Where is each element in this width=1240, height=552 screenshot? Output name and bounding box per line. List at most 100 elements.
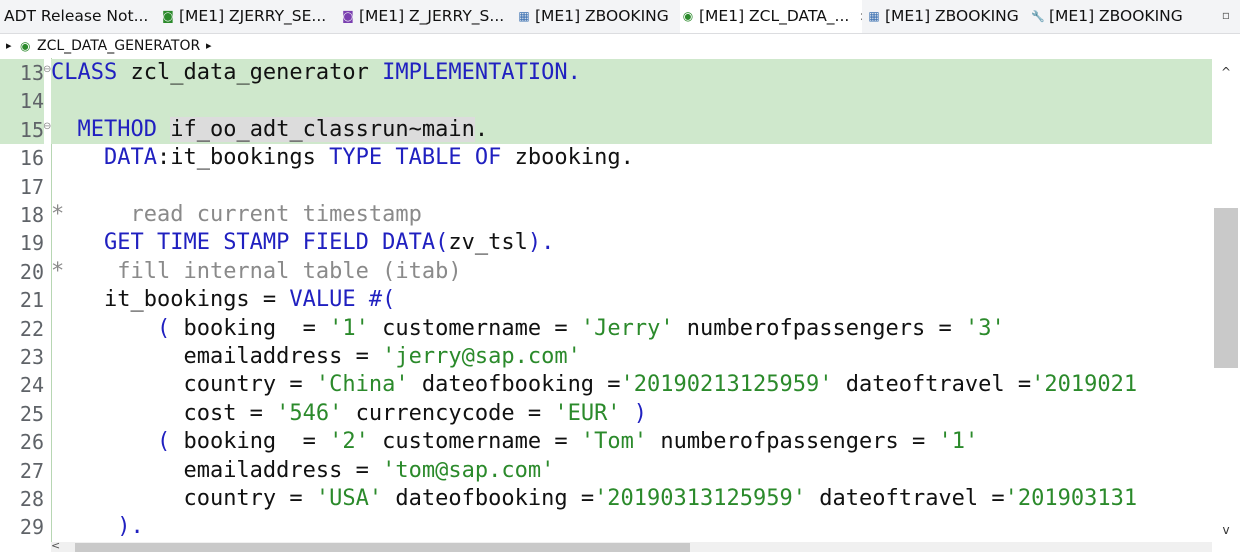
line-number: 15: [0, 115, 44, 145]
vertical-scroll-thumb[interactable]: [1214, 208, 1238, 368]
code-token: emailaddress =: [183, 457, 383, 483]
code-comment: fill internal table (itab): [64, 258, 462, 284]
code-line[interactable]: METHOD if_oo_adt_classrun~main.: [51, 115, 1212, 145]
horizontal-scrollbar[interactable]: <: [51, 539, 1212, 552]
code-line[interactable]: [51, 173, 1212, 201]
code-line[interactable]: it_bookings = VALUE #(: [51, 286, 1212, 314]
comment-marker: *: [51, 258, 65, 284]
expand-arrow-icon[interactable]: ▸: [206, 34, 212, 58]
code-token: dateoftravel =: [832, 372, 1032, 398]
code-keyword: TYPE TABLE OF: [329, 145, 502, 171]
code-string: 'EUR': [554, 400, 621, 426]
close-icon[interactable]: ✕: [859, 1, 862, 33]
scroll-up-icon[interactable]: ^: [1212, 62, 1240, 82]
code-token: it_bookings =: [103, 287, 290, 313]
program-icon: ◙: [342, 9, 354, 23]
code-line[interactable]: ).: [51, 513, 1212, 541]
code-area[interactable]: CLASS zcl_data_generator IMPLEMENTATION.…: [51, 58, 1212, 542]
code-token: customername =: [368, 429, 581, 455]
tab-label: ADT Release Not...: [4, 7, 149, 25]
tab-adt-release-notes[interactable]: ADT Release Not...: [4, 0, 154, 33]
code-token: emailaddress =: [183, 344, 383, 369]
code-string: '2': [329, 429, 369, 455]
table-icon: ▦: [868, 9, 880, 23]
code-string: 'jerry@sap.com': [382, 344, 581, 369]
tab-zbooking-cds[interactable]: ▦ [ME1] ZBOOKING: [866, 0, 1026, 33]
code-token: :: [156, 145, 171, 171]
line-number: 25: [19, 401, 44, 426]
line-number: 22: [19, 316, 44, 341]
code-token: (: [435, 230, 449, 256]
tab-zbooking-table[interactable]: ▦ [ME1] ZBOOKING: [516, 0, 676, 33]
tab-label: [ME1] Z_JERRY_S...: [359, 7, 505, 25]
line-number: 23: [19, 345, 44, 369]
code-line[interactable]: [51, 87, 1212, 116]
scroll-down-icon[interactable]: v: [1212, 520, 1240, 540]
code-line[interactable]: * read current timestamp: [51, 201, 1212, 229]
line-number: 13: [0, 59, 44, 88]
minimize-icon[interactable]: ▫: [1222, 0, 1230, 33]
code-comment: read current timestamp: [64, 202, 422, 227]
tab-zcl-data-generator[interactable]: ◉ [ME1] ZCL_DATA_... ✕: [680, 0, 862, 33]
class-icon: ◉: [682, 9, 694, 23]
code-line[interactable]: emailaddress = 'jerry@sap.com': [51, 343, 1212, 371]
code-keyword: IMPLEMENTATION: [382, 60, 568, 85]
line-number: 21: [19, 288, 44, 313]
tab-label: [ME1] ZBOOKING: [885, 7, 1019, 25]
code-editor[interactable]: 13 ⊖ 14 15 ⊖ 16 17 18 19 20 21 22 23 24 25 26 27 28 29 CLA…: [0, 58, 1212, 542]
code-line[interactable]: CLASS zcl_data_generator IMPLEMENTATION.: [51, 59, 1212, 88]
code-line[interactable]: GET TIME STAMP FIELD DATA(zv_tsl).: [51, 229, 1212, 257]
tab-label: [ME1] ZBOOKING: [535, 7, 669, 25]
code-token: if_oo_adt_classrun~main: [170, 116, 475, 142]
code-string: 'tom@sap.com': [382, 457, 555, 483]
code-token: (: [156, 315, 171, 341]
code-string: '1': [938, 429, 979, 455]
horizontal-scroll-thumb[interactable]: [75, 543, 690, 552]
code-token: zv_tsl: [448, 230, 528, 256]
code-keyword: .: [567, 60, 581, 85]
comment-marker: *: [51, 202, 65, 227]
code-string: 'China': [315, 372, 409, 398]
code-line[interactable]: ( booking = '2' customername = 'Tom' num…: [51, 428, 1212, 456]
code-token: zbooking: [501, 145, 621, 171]
line-number: 18: [19, 203, 44, 227]
code-line[interactable]: country = 'China' dateofbooking ='201902…: [51, 371, 1212, 399]
code-token: .: [620, 145, 634, 171]
code-token: booking =: [170, 429, 330, 455]
code-string: 'USA': [315, 486, 383, 511]
tab-zbooking-behavior[interactable]: 🔧 [ME1] ZBOOKING: [1030, 0, 1190, 33]
line-number: 19: [19, 231, 44, 256]
tab-zjerry-se[interactable]: ◙ [ME1] ZJERRY_SE...: [160, 0, 332, 33]
code-token: country =: [183, 372, 316, 398]
expand-arrow-icon[interactable]: ▸: [6, 34, 12, 58]
code-keyword: VALUE #: [289, 287, 383, 313]
code-token: ): [620, 400, 648, 426]
code-line[interactable]: * fill internal table (itab): [51, 258, 1212, 286]
code-keyword: .: [130, 514, 144, 540]
code-line[interactable]: ( booking = '1' customername = 'Jerry' n…: [51, 315, 1212, 343]
code-line[interactable]: country = 'USA' dateofbooking ='20190313…: [51, 485, 1212, 513]
program-icon: ◙: [162, 9, 174, 23]
code-token: it_bookings: [170, 145, 330, 171]
line-number: 26: [19, 430, 44, 455]
code-keyword: .: [541, 230, 555, 256]
code-line[interactable]: emailaddress = 'tom@sap.com': [51, 457, 1212, 485]
tab-z-jerry-s[interactable]: ◙ [ME1] Z_JERRY_S...: [340, 0, 512, 33]
scroll-left-icon[interactable]: <: [51, 539, 60, 552]
code-line[interactable]: cost = '546' currencycode = 'EUR' ): [51, 400, 1212, 428]
breadcrumb-class-label[interactable]: ZCL_DATA_GENERATOR: [37, 34, 200, 58]
tab-label: [ME1] ZBOOKING: [1049, 7, 1183, 25]
code-token: dateofbooking =: [408, 372, 621, 398]
code-line[interactable]: DATA:it_bookings TYPE TABLE OF zbooking.: [51, 144, 1212, 172]
code-token: .: [474, 116, 489, 142]
code-token: booking =: [170, 315, 330, 341]
code-string: '20190313125959': [594, 486, 806, 511]
vertical-scrollbar[interactable]: ^ v: [1212, 58, 1240, 542]
